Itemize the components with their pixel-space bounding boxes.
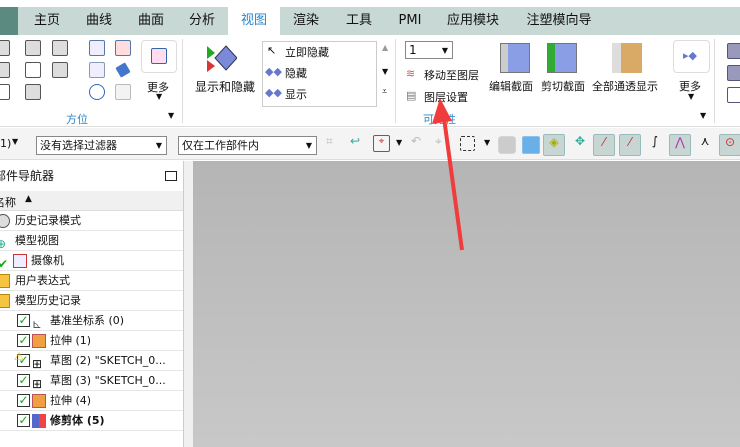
annotation-arrow — [432, 98, 464, 251]
